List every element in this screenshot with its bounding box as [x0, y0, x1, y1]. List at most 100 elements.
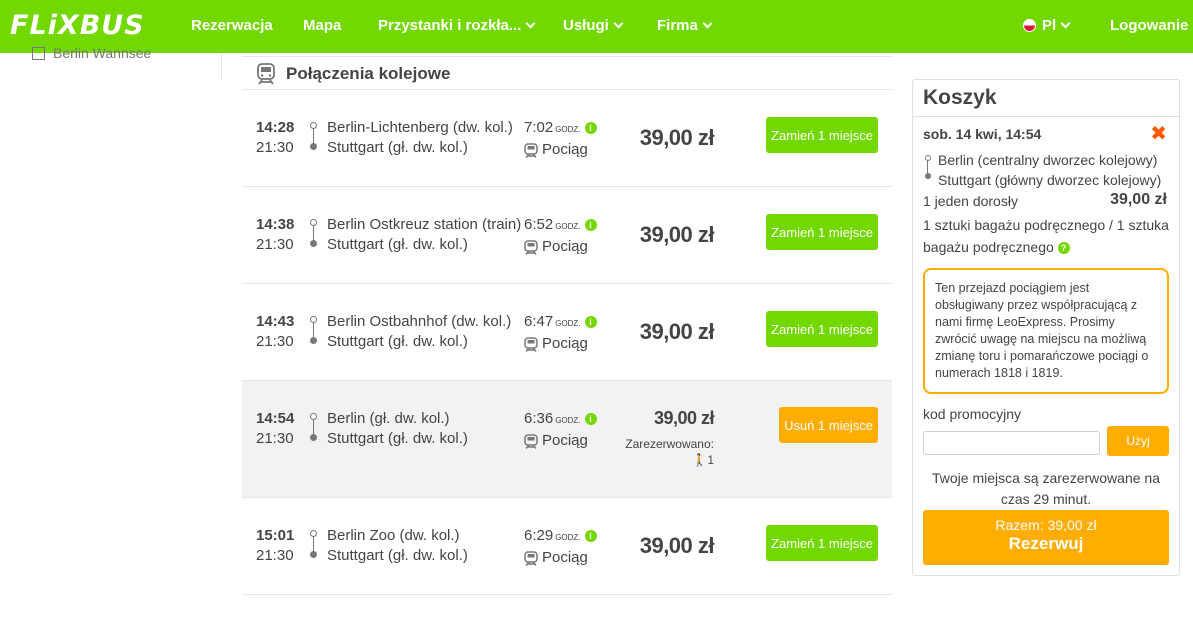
- connection-duration: 6:52 GODZ. i Pociąg: [524, 215, 597, 257]
- departure-station: Berlin Zoo (dw. kol.): [327, 527, 460, 544]
- cart-divider: [913, 116, 1179, 117]
- transport-mode: Pociąg: [542, 335, 588, 352]
- arrival-time: 21:30: [256, 236, 294, 253]
- departure-time: 14:43: [256, 313, 295, 330]
- connection-duration: 6:36 GODZ. i Pociąg: [524, 409, 597, 451]
- nav-item-przystanki[interactable]: Przystanki i rozkła...: [378, 17, 536, 34]
- connection-stations: Berlin-Lichtenberg (dw. kol.) Stuttgart …: [327, 118, 513, 158]
- arrival-station: Stuttgart (gł. dw. kol.): [327, 139, 468, 156]
- cart-route: Berlin (centralny dworzec kolejowy) Stut…: [923, 150, 1179, 190]
- duration-unit: GODZ.: [555, 319, 581, 328]
- list-divider: [242, 594, 892, 595]
- chevron-down-icon: [613, 18, 624, 29]
- swap-seat-button[interactable]: Zamień 1 miejsce: [766, 214, 878, 250]
- connection-stations: Berlin (gł. dw. kol.) Stuttgart (gł. dw.…: [327, 409, 468, 449]
- connection-times: 14:28 21:30: [256, 118, 294, 158]
- chevron-down-icon: [1060, 18, 1071, 29]
- book-button-label: Rezerwuj: [1008, 534, 1084, 553]
- duration-unit: GODZ.: [555, 222, 581, 231]
- connection-stations: Berlin Zoo (dw. kol.) Stuttgart (gł. dw.…: [327, 526, 468, 566]
- train-icon: [524, 433, 538, 449]
- transport-mode: Pociąg: [542, 238, 588, 255]
- help-icon[interactable]: ?: [1057, 242, 1070, 255]
- cart-arrival-station: Stuttgart (główny dworzec kolejowy): [938, 172, 1162, 188]
- departure-station: Berlin (gł. dw. kol.): [327, 410, 450, 427]
- arrival-time: 21:30: [256, 547, 294, 564]
- train-icon: [524, 336, 538, 352]
- nav-item-mapa[interactable]: Mapa: [303, 17, 341, 34]
- sidebar-item-berlin-wannsee[interactable]: Berlin Wannsee: [32, 45, 151, 61]
- person-icon: 🚶: [692, 453, 708, 467]
- info-icon[interactable]: i: [584, 530, 597, 543]
- filter-sidebar: Berlin Wannsee: [0, 45, 222, 80]
- info-icon[interactable]: i: [584, 413, 597, 426]
- train-icon: [257, 62, 275, 85]
- connection-price: 39,00 zł: [639, 319, 715, 344]
- arrival-time: 21:30: [256, 139, 294, 156]
- operator-notice: Ten przejazd pociągiem jest obsługiwany …: [923, 268, 1169, 394]
- duration-value: 6:36: [524, 410, 554, 427]
- duration-unit: GODZ.: [555, 125, 581, 134]
- reserved-info: Zarezerwowano: 🚶1: [625, 436, 714, 468]
- train-icon: [524, 142, 538, 158]
- arrival-station: Stuttgart (gł. dw. kol.): [327, 333, 468, 350]
- cart-passengers: 1 jeden dorosły: [923, 193, 1018, 209]
- cart-panel: Koszyk sob. 14 kwi, 14:54 ✖ Berlin (cent…: [912, 79, 1180, 576]
- swap-seat-button[interactable]: Zamień 1 miejsce: [766, 525, 878, 561]
- section-title: Połączenia kolejowe: [286, 63, 451, 83]
- flixbus-logo[interactable]: FLiXBUS: [10, 10, 145, 41]
- cart-trip-date: sob. 14 kwi, 14:54: [923, 126, 1042, 142]
- connection-price: 39,00 zł: [639, 222, 715, 247]
- reserved-label: Zarezerwowano:: [625, 437, 714, 451]
- cart-departure-station: Berlin (centralny dworzec kolejowy): [938, 152, 1158, 168]
- connection-duration: 7:02 GODZ. i Pociąg: [524, 118, 597, 160]
- connection-times: 14:43 21:30: [256, 312, 294, 352]
- sidebar-item-label: Berlin Wannsee: [53, 45, 152, 61]
- duration-unit: GODZ.: [555, 416, 581, 425]
- checkbox-icon[interactable]: [32, 46, 45, 60]
- chevron-down-icon: [525, 18, 536, 29]
- info-icon[interactable]: i: [584, 122, 597, 135]
- info-icon[interactable]: i: [584, 219, 597, 232]
- remove-seat-button[interactable]: Usuń 1 miejsce: [779, 407, 878, 443]
- info-icon[interactable]: i: [584, 316, 597, 329]
- chevron-down-icon: [702, 18, 713, 29]
- arrival-time: 21:30: [256, 430, 294, 447]
- nav-item-firma[interactable]: Firma: [657, 17, 713, 34]
- connection-duration: 6:47 GODZ. i Pociąg: [524, 312, 597, 354]
- connection-row-selected: 14:54 21:30 Berlin (gł. dw. kol.) Stuttg…: [242, 380, 892, 497]
- remove-trip-icon[interactable]: ✖: [1150, 124, 1167, 144]
- train-icon: [524, 239, 538, 255]
- reservation-timer: Twoje miejsca są zarezerwowane na czas 2…: [932, 470, 1160, 507]
- transport-mode: Pociąg: [542, 141, 588, 158]
- book-button[interactable]: Razem: 39,00 zł Rezerwuj: [923, 510, 1169, 565]
- departure-station: Berlin Ostkreuz station (train): [327, 216, 522, 233]
- arrival-station: Stuttgart (gł. dw. kol.): [327, 236, 468, 253]
- arrival-station: Stuttgart (gł. dw. kol.): [327, 547, 468, 564]
- cart-price: 39,00 zł: [1110, 191, 1167, 208]
- promo-code-input[interactable]: [923, 431, 1100, 455]
- connection-duration: 6:29 GODZ. i Pociąg: [524, 526, 597, 568]
- connection-stations: Berlin Ostkreuz station (train) Stuttgar…: [327, 215, 521, 255]
- duration-value: 6:47: [524, 313, 554, 330]
- apply-promo-button[interactable]: Użyj: [1107, 426, 1169, 456]
- connection-stations: Berlin Ostbahnhof (dw. kol.) Stuttgart (…: [327, 312, 511, 352]
- arrival-time: 21:30: [256, 333, 294, 350]
- connection-price: 39,00 zł: [639, 533, 715, 558]
- train-connections-header: Połączenia kolejowe: [242, 56, 892, 90]
- arrival-station: Stuttgart (gł. dw. kol.): [327, 430, 468, 447]
- login-link[interactable]: Logowanie: [1110, 17, 1188, 34]
- departure-time: 14:28: [256, 119, 295, 136]
- connection-price: 39,00 zł: [639, 125, 715, 150]
- poland-flag-icon: [1023, 19, 1036, 32]
- promo-code-label: kod promocyjny: [923, 406, 1022, 422]
- language-selector[interactable]: Pl: [1023, 17, 1071, 34]
- swap-seat-button[interactable]: Zamień 1 miejsce: [766, 311, 878, 347]
- swap-seat-button[interactable]: Zamień 1 miejsce: [766, 117, 878, 153]
- nav-item-uslugi[interactable]: Usługi: [563, 17, 624, 34]
- nav-item-rezerwacja[interactable]: Rezerwacja: [191, 17, 273, 34]
- nav-item-label: Usługi: [563, 17, 609, 34]
- departure-time: 14:54: [256, 410, 295, 427]
- nav-item-label: Firma: [657, 17, 698, 34]
- transport-mode: Pociąg: [542, 549, 588, 566]
